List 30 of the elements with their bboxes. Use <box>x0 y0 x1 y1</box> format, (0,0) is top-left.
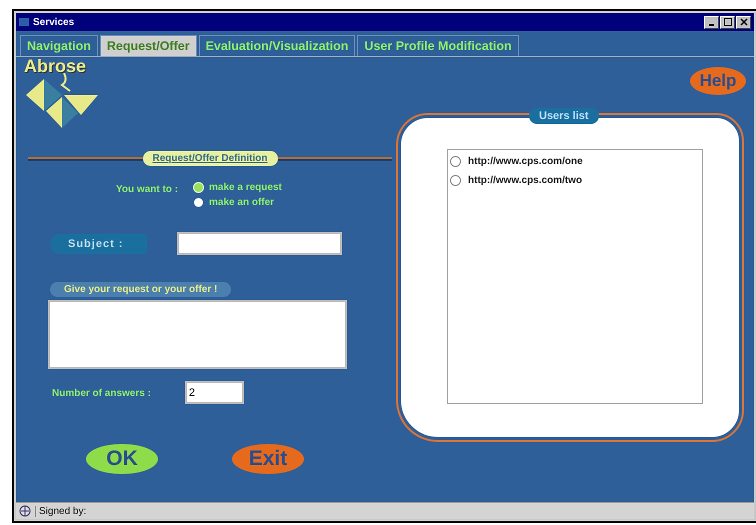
window-title: Services <box>33 16 74 28</box>
prompt-label: You want to : <box>116 183 178 197</box>
subject-label: Subject : <box>50 234 148 254</box>
user-option[interactable]: http://www.cps.com/one <box>448 156 702 167</box>
panel-heading: Users list <box>529 108 599 124</box>
app-icon <box>19 18 29 26</box>
answers-field[interactable]: 2 <box>184 381 244 404</box>
radio-option[interactable]: make a request <box>194 182 282 193</box>
close-button[interactable] <box>736 16 751 28</box>
tab[interactable]: Request/Offer <box>100 35 197 56</box>
section-heading: Request/Offer Definition <box>142 151 278 166</box>
radio-option[interactable]: make an offer <box>194 197 282 208</box>
maximize-button[interactable] <box>720 16 735 28</box>
maximize-icon <box>724 18 732 26</box>
request-field[interactable] <box>48 300 347 369</box>
close-icon <box>740 18 748 26</box>
user-option[interactable]: http://www.cps.com/two <box>448 175 702 186</box>
tab[interactable]: Navigation <box>20 35 98 56</box>
minimize-button[interactable] <box>704 16 719 28</box>
help-button[interactable]: Help <box>690 67 746 95</box>
status-text: Signed by: <box>35 506 86 516</box>
exit-button[interactable]: Exit <box>232 444 304 474</box>
tab[interactable]: Evaluation/Visualization <box>198 35 356 56</box>
tab[interactable]: User Profile Modification <box>357 35 519 56</box>
request-label: Give your request or your offer ! <box>50 282 232 297</box>
subject-field[interactable] <box>177 232 342 255</box>
answers-label: Number of answers : <box>52 387 151 399</box>
globe-icon <box>19 505 31 517</box>
logo-text: Abrose <box>24 57 88 75</box>
ok-button[interactable]: OK <box>86 444 158 474</box>
